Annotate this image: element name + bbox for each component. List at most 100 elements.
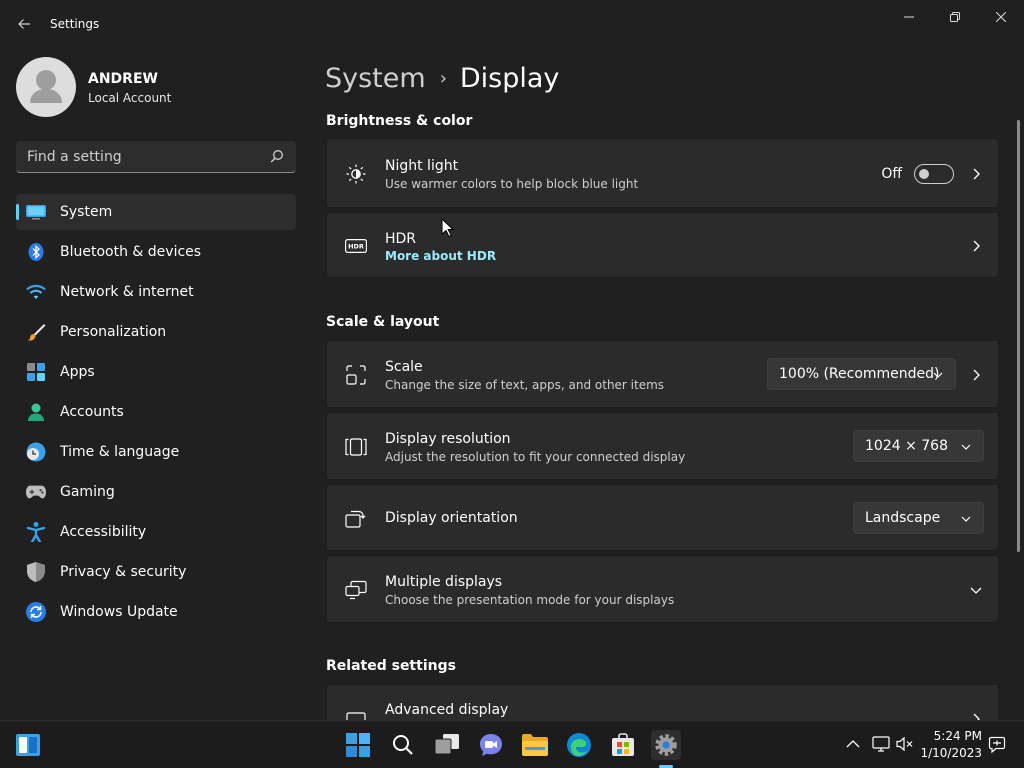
sidebar-item-label: Time & language [60, 444, 180, 460]
mouse-cursor-icon [441, 218, 455, 238]
close-icon [996, 12, 1006, 22]
profile-name: ANDREW [88, 71, 158, 87]
scale-title: Scale [385, 359, 423, 375]
close-button[interactable] [978, 4, 1024, 30]
show-hidden-icons-button[interactable] [844, 735, 862, 753]
minimize-icon [904, 16, 914, 18]
chevron-right-icon [968, 238, 984, 254]
chevron-right-icon [968, 367, 984, 383]
widgets-icon [16, 734, 40, 756]
sidebar-item-gaming[interactable]: Gaming [16, 474, 296, 510]
shield-icon [26, 562, 46, 582]
start-button[interactable] [343, 730, 373, 760]
back-button[interactable] [10, 10, 38, 38]
sidebar-item-system[interactable]: System [16, 194, 296, 230]
restore-button[interactable] [932, 4, 978, 30]
sidebar-item-label: Accounts [60, 404, 124, 420]
hdr-card[interactable]: HDR HDR More about HDR [326, 212, 999, 278]
volume-muted-icon [896, 736, 913, 752]
store-button[interactable] [608, 730, 638, 760]
arrow-left-icon [18, 19, 30, 29]
breadcrumb-separator: › [439, 67, 447, 89]
sidebar-item-windows-update[interactable]: Windows Update [16, 594, 296, 630]
clock-date[interactable]: 1/10/2023 [920, 746, 982, 760]
start-icon [346, 733, 370, 757]
widgets-button[interactable] [13, 730, 43, 760]
person-icon [26, 403, 46, 421]
section-title-related: Related settings [326, 658, 456, 674]
clock-time[interactable]: 5:24 PM [920, 729, 982, 743]
chat-icon [480, 734, 502, 756]
section-title-brightness: Brightness & color [326, 113, 473, 129]
chevron-down-icon[interactable] [968, 582, 984, 598]
chevron-down-icon [933, 372, 943, 378]
sidebar-nav: System Bluetooth & devices Network & int… [16, 194, 296, 634]
resolution-dropdown[interactable]: 1024 × 768 [853, 430, 984, 462]
scale-icon [345, 364, 367, 386]
sidebar-item-accounts[interactable]: Accounts [16, 394, 296, 430]
sidebar-item-personalization[interactable]: Personalization [16, 314, 296, 350]
display-resolution-card[interactable]: Display resolution Adjust the resolution… [326, 412, 999, 480]
svg-text:HDR: HDR [348, 243, 364, 251]
night-light-icon [345, 163, 367, 185]
clock-globe-icon [26, 442, 46, 462]
hdr-link[interactable]: More about HDR [385, 249, 496, 263]
search-input[interactable] [16, 141, 256, 172]
scale-subtitle: Change the size of text, apps, and other… [385, 378, 665, 392]
volume-tray-button[interactable] [896, 735, 914, 753]
display-resolution-subtitle: Adjust the resolution to fit your connec… [385, 450, 686, 464]
task-view-icon [435, 734, 459, 755]
profile-account-type: Local Account [88, 91, 172, 105]
restore-icon [950, 12, 960, 22]
notifications-button[interactable] [988, 735, 1006, 753]
sidebar-item-accessibility[interactable]: Accessibility [16, 514, 296, 550]
advanced-display-card[interactable]: Advanced display [326, 684, 999, 720]
network-icon [872, 736, 890, 752]
task-view-button[interactable] [432, 730, 462, 760]
settings-taskbar-button[interactable] [651, 730, 681, 760]
display-orientation-card[interactable]: Display orientation Landscape [326, 484, 999, 551]
app-title: Settings [50, 17, 100, 31]
display-orientation-title: Display orientation [385, 510, 518, 526]
sidebar-item-apps[interactable]: Apps [16, 354, 296, 390]
search-icon[interactable] [270, 149, 284, 163]
edge-button[interactable] [564, 730, 594, 760]
settings-icon [655, 734, 677, 756]
orientation-dropdown-value: Landscape [865, 510, 941, 526]
sidebar-item-time-language[interactable]: Time & language [16, 434, 296, 470]
chat-button[interactable] [476, 730, 506, 760]
chevron-right-icon [968, 166, 984, 182]
breadcrumb-parent[interactable]: System [325, 63, 426, 94]
night-light-toggle[interactable] [914, 164, 954, 184]
sidebar-item-label: Network & internet [60, 284, 194, 300]
night-light-card[interactable]: Night light Use warmer colors to help bl… [326, 138, 999, 208]
sidebar-item-network[interactable]: Network & internet [16, 274, 296, 310]
scale-card[interactable]: Scale Change the size of text, apps, and… [326, 340, 999, 408]
multiple-displays-title: Multiple displays [385, 574, 503, 590]
scale-dropdown[interactable]: 100% (Recommended) [767, 358, 956, 390]
scrollbar[interactable] [1017, 120, 1020, 552]
page-title: Display [459, 62, 560, 94]
notifications-icon [988, 736, 1006, 753]
advanced-display-title: Advanced display [385, 702, 509, 718]
chevron-down-icon [961, 444, 971, 450]
minimize-button[interactable] [886, 4, 932, 30]
sidebar-item-bluetooth[interactable]: Bluetooth & devices [16, 234, 296, 270]
sidebar-item-label: Accessibility [60, 524, 147, 540]
store-icon [612, 733, 634, 756]
night-light-subtitle: Use warmer colors to help block blue lig… [385, 177, 639, 191]
chevron-up-icon [846, 740, 860, 748]
sidebar-item-label: Gaming [60, 484, 115, 500]
multiple-displays-card[interactable]: Multiple displays Choose the presentatio… [326, 555, 999, 623]
paintbrush-icon [26, 323, 46, 341]
file-explorer-button[interactable] [520, 730, 550, 760]
taskbar: 5:24 PM 1/10/2023 [0, 720, 1024, 768]
avatar[interactable] [16, 57, 76, 117]
update-icon [26, 602, 46, 622]
multiple-displays-icon [345, 579, 367, 601]
taskbar-search-button[interactable] [388, 730, 418, 760]
sidebar-item-label: System [60, 204, 113, 220]
network-tray-button[interactable] [872, 735, 890, 753]
sidebar-item-privacy[interactable]: Privacy & security [16, 554, 296, 590]
orientation-dropdown[interactable]: Landscape [853, 502, 984, 534]
